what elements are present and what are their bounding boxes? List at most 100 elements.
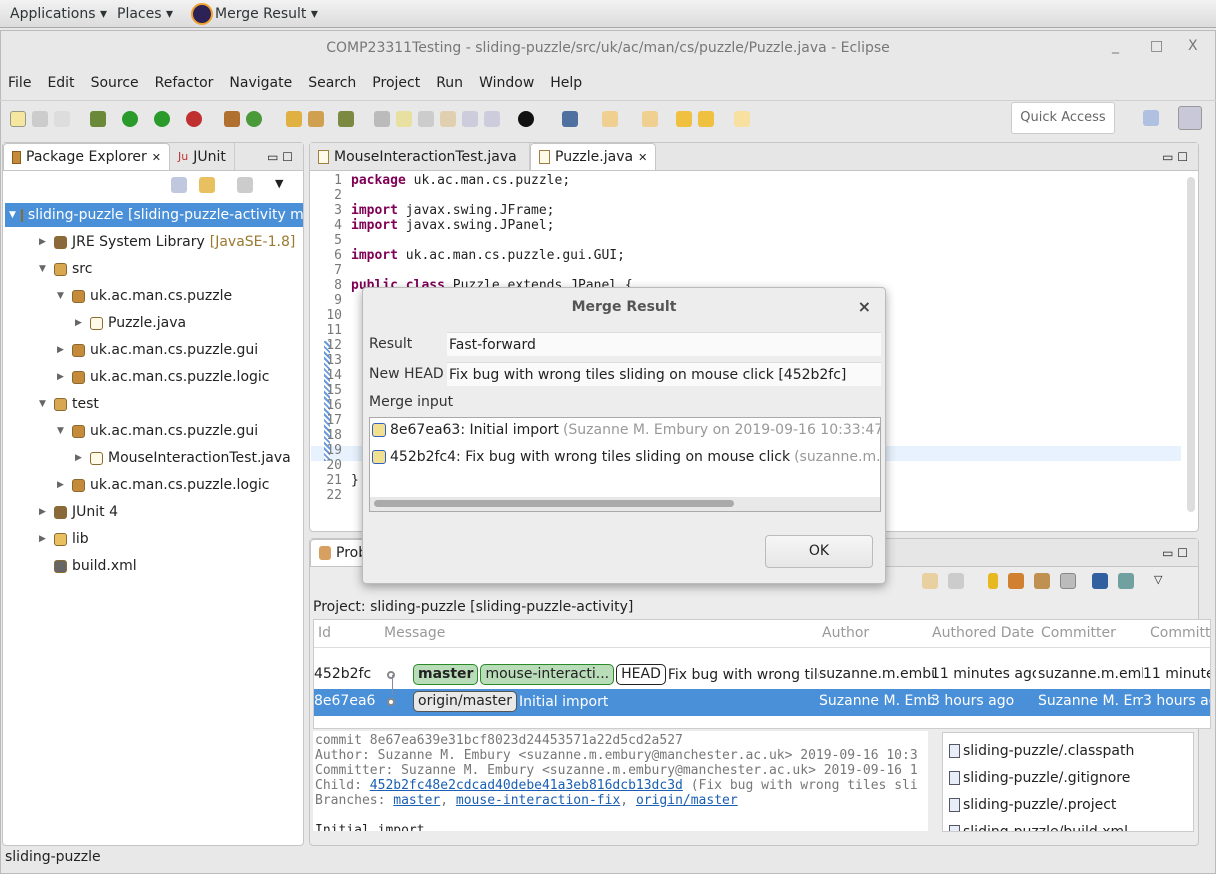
tree-item[interactable]: ▼ test: [39, 392, 99, 416]
minimize-view-button[interactable]: ▭ ☐: [1162, 546, 1188, 560]
last-edit-icon[interactable]: [676, 110, 692, 127]
save-all-icon[interactable]: [54, 110, 70, 127]
branch-link-master[interactable]: master: [393, 793, 440, 808]
branch-link-origin-master[interactable]: origin/master: [636, 793, 738, 808]
chevron-right-icon[interactable]: ▶: [39, 507, 49, 517]
tree-item[interactable]: ▶ JUnit 4: [39, 500, 118, 524]
horizontal-scrollbar[interactable]: [370, 497, 880, 511]
show-whitespace-icon[interactable]: [462, 110, 478, 127]
new-class-icon[interactable]: [246, 110, 262, 127]
tab-junit[interactable]: Ju JUnit: [170, 143, 235, 170]
link-selection-icon[interactable]: [1008, 573, 1024, 589]
maximize-button[interactable]: □: [1150, 38, 1163, 54]
chevron-down-icon[interactable]: ▼: [39, 399, 49, 409]
changed-file-item[interactable]: sliding-puzzle/build.xml: [943, 818, 1193, 831]
active-window-menu[interactable]: Merge Result ▾: [215, 6, 318, 22]
dialog-close-button[interactable]: ×: [858, 297, 871, 316]
table-row[interactable]: 452b2fc master mouse-interacti... HEAD Fix b…: [314, 662, 1210, 689]
java-perspective-icon[interactable]: [1178, 106, 1202, 130]
close-tab-icon[interactable]: ✕: [638, 151, 647, 164]
tree-item[interactable]: ▶ uk.ac.man.cs.puzzle.logic: [57, 365, 269, 389]
run-icon[interactable]: [122, 110, 138, 127]
pin-icon[interactable]: [562, 110, 578, 127]
collapse-all-icon[interactable]: [171, 177, 187, 193]
filter-resource-icon[interactable]: [1034, 573, 1050, 589]
column-header-committed-date[interactable]: Committe: [1150, 625, 1210, 641]
save-icon[interactable]: [32, 110, 48, 127]
chevron-right-icon[interactable]: ▶: [39, 534, 49, 544]
search-icon[interactable]: [338, 110, 354, 127]
menu-source[interactable]: Source: [83, 75, 147, 91]
tab-mouseinteractiontest[interactable]: MouseInteractionTest.java: [310, 143, 530, 170]
external-tools-icon[interactable]: [186, 110, 202, 127]
editor-scrollbar[interactable]: [1187, 177, 1195, 512]
tree-item[interactable]: ▶ uk.ac.man.cs.puzzle.logic: [57, 473, 269, 497]
menu-help[interactable]: Help: [542, 75, 590, 91]
menu-window[interactable]: Window: [471, 75, 542, 91]
annotation-icon[interactable]: [374, 110, 390, 127]
places-menu[interactable]: Places ▾: [117, 6, 173, 22]
menu-navigate[interactable]: Navigate: [221, 75, 300, 91]
chevron-right-icon[interactable]: ▶: [39, 237, 49, 247]
link-with-editor-icon[interactable]: [199, 177, 215, 193]
minimize-button[interactable]: _: [1112, 38, 1119, 54]
applications-menu[interactable]: Applications ▾: [10, 6, 107, 22]
open-type-icon[interactable]: [286, 110, 302, 127]
debug-icon[interactable]: [90, 110, 106, 127]
show-additional-refs-icon[interactable]: [1092, 573, 1108, 589]
tree-item[interactable]: ▶ MouseInteractionTest.java: [75, 446, 291, 470]
back-icon[interactable]: [698, 110, 714, 127]
close-button[interactable]: X: [1188, 38, 1198, 54]
show-all-branches-icon[interactable]: [988, 573, 998, 589]
changed-file-item[interactable]: sliding-puzzle/.gitignore: [943, 764, 1193, 791]
merge-input-item[interactable]: 452b2fc4: Fix bug with wrong tiles slidi…: [372, 449, 880, 465]
merge-icon[interactable]: [1118, 573, 1134, 589]
pilcrow-icon[interactable]: [484, 110, 500, 127]
block-selection-icon[interactable]: [418, 110, 434, 127]
menu-search[interactable]: Search: [300, 75, 364, 91]
open-task-icon[interactable]: [308, 110, 324, 127]
chevron-right-icon[interactable]: ▶: [75, 318, 85, 328]
mark-occurrences-icon[interactable]: [396, 110, 412, 127]
close-tab-icon[interactable]: ✕: [152, 151, 161, 164]
column-header-author[interactable]: Author: [822, 625, 869, 641]
previous-annotation-icon[interactable]: [642, 110, 658, 127]
tree-item[interactable]: ▼ src: [39, 257, 92, 281]
changed-file-item[interactable]: sliding-puzzle/.classpath: [943, 737, 1193, 764]
column-header-id[interactable]: Id: [318, 625, 331, 641]
minimize-view-button[interactable]: ▭ ☐: [1162, 150, 1188, 164]
tree-item[interactable]: ▶ Puzzle.java: [75, 311, 186, 335]
coverage-icon[interactable]: [154, 110, 170, 127]
user-icon[interactable]: [518, 110, 534, 127]
chevron-right-icon[interactable]: ▶: [57, 345, 67, 355]
column-header-authored-date[interactable]: Authored Date: [932, 625, 1034, 641]
menu-project[interactable]: Project: [364, 75, 428, 91]
chevron-down-icon[interactable]: ▼: [57, 291, 67, 301]
new-icon[interactable]: [10, 110, 26, 127]
open-perspective-icon[interactable]: [1143, 110, 1159, 126]
filters-icon[interactable]: [237, 177, 253, 193]
quick-access-input[interactable]: Quick Access: [1011, 102, 1115, 134]
child-commit-link[interactable]: 452b2fc48e2cdcad40debe41a3eb816dcb13dc3d: [370, 778, 683, 793]
chevron-down-icon[interactable]: ▼: [57, 426, 67, 436]
chevron-down-icon[interactable]: ▼: [9, 210, 16, 220]
find-icon[interactable]: [948, 573, 964, 589]
tree-item[interactable]: ▼ sliding-puzzle [sliding-puzzle-activity…: [5, 203, 304, 227]
tree-item[interactable]: ▼ uk.ac.man.cs.puzzle: [57, 284, 232, 308]
tree-item[interactable]: ▶ uk.ac.man.cs.puzzle.gui: [57, 338, 258, 362]
chevron-down-icon[interactable]: ▼: [39, 264, 49, 274]
chevron-right-icon[interactable]: ▶: [75, 453, 85, 463]
chevron-right-icon[interactable]: ▶: [57, 480, 67, 490]
menu-file[interactable]: File: [0, 75, 39, 91]
minimize-view-button[interactable]: ▭ ☐: [267, 150, 293, 164]
table-row[interactable]: 8e67ea6 origin/master Initial import Suzann…: [314, 689, 1210, 716]
chevron-right-icon[interactable]: ▶: [57, 372, 67, 382]
menu-refactor[interactable]: Refactor: [147, 75, 222, 91]
changed-file-item[interactable]: sliding-puzzle/.project: [943, 791, 1193, 818]
merge-input-item[interactable]: 8e67ea63: Initial import (Suzanne M. Embu…: [372, 422, 880, 438]
next-annotation-icon[interactable]: [602, 110, 618, 127]
tree-item[interactable]: ▶ JRE System Library [JavaSE-1.8]: [39, 230, 295, 254]
forward-icon[interactable]: [734, 110, 750, 127]
menu-run[interactable]: Run: [428, 75, 471, 91]
menu-edit[interactable]: Edit: [39, 75, 82, 91]
